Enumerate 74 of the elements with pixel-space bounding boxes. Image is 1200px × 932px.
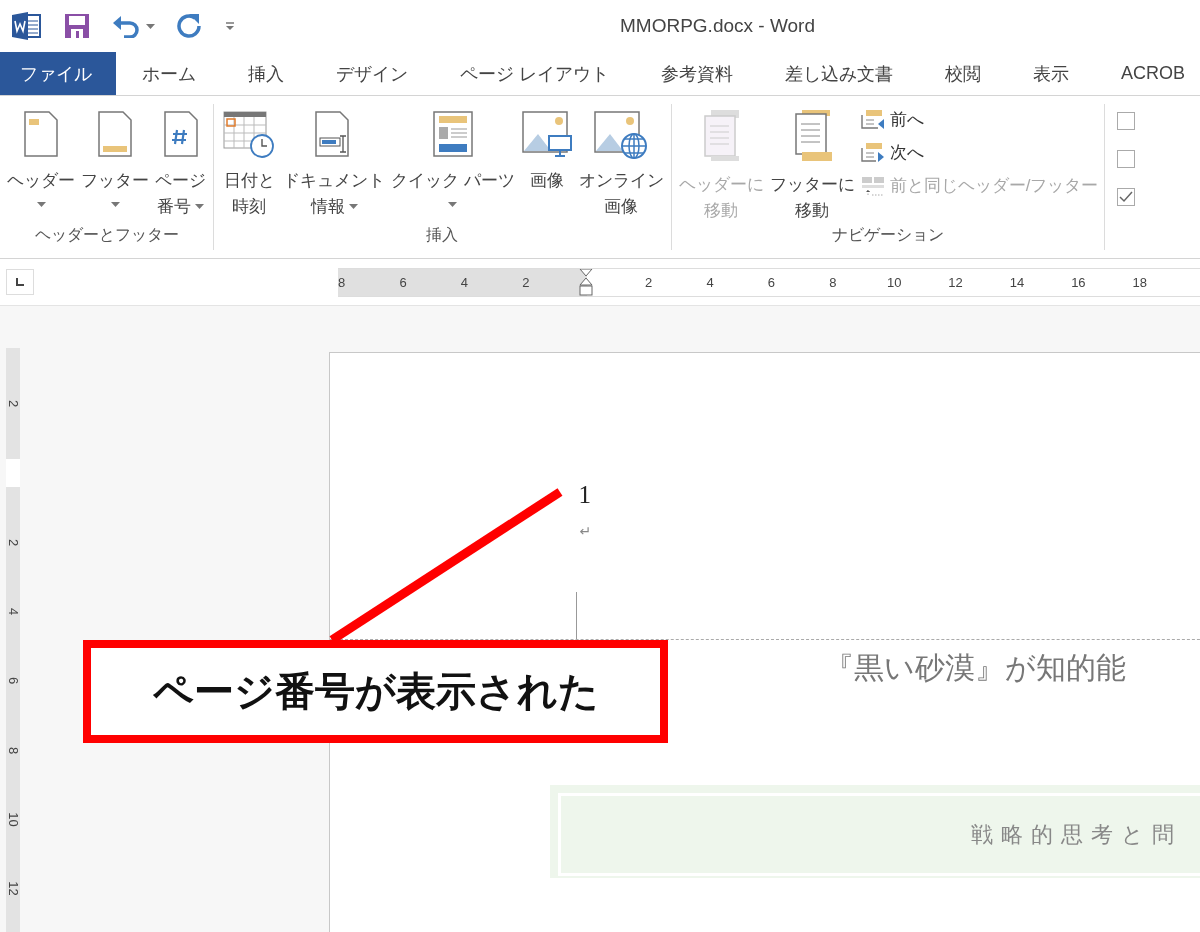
ruler-number: 4	[5, 607, 21, 616]
ribbon-tab[interactable]: 校閲	[919, 52, 1007, 95]
ribbon-tab[interactable]: ページ レイアウト	[434, 52, 635, 95]
undo-button[interactable]	[112, 14, 155, 38]
save-icon	[64, 13, 90, 39]
ruler-number: 4	[460, 274, 469, 290]
ruler-number: 10	[5, 812, 21, 827]
picture-monitor-icon	[520, 108, 573, 160]
group-label: ヘッダーとフッター	[33, 225, 180, 245]
ribbon-button[interactable]: 画像	[517, 104, 576, 225]
caret-icon	[146, 23, 155, 29]
redo-button[interactable]	[177, 13, 203, 39]
layout-blocks-icon	[430, 108, 475, 160]
ribbon-tab[interactable]: 表示	[1007, 52, 1095, 95]
ribbon-button[interactable]: ヘッダー	[4, 104, 78, 225]
customize-button[interactable]	[225, 21, 235, 31]
ruler-number: 2	[645, 274, 653, 290]
caret-icon	[225, 21, 235, 31]
undo-icon	[112, 14, 140, 38]
ruler-number: 4	[706, 274, 714, 290]
ribbon-button[interactable]: フッター	[78, 104, 152, 225]
ribbon-button[interactable]: ドキュメント 情報	[280, 104, 388, 225]
ruler-number: 8	[829, 274, 837, 290]
group-label: ナビゲーション	[831, 225, 946, 245]
group-label: 挿入	[425, 225, 460, 245]
ribbon-tab[interactable]: ホーム	[116, 52, 222, 95]
ribbon-tab[interactable]: 参考資料	[635, 52, 759, 95]
ruler-number: 2	[5, 538, 21, 546]
ribbon-small-button[interactable]: 次へ	[857, 139, 1101, 166]
checkbox[interactable]	[1117, 188, 1136, 206]
ribbon-button[interactable]: ページ 番号	[152, 104, 209, 225]
ruler-number: 8	[5, 746, 21, 754]
document-heading: 『黒い砂漠』が知的能	[824, 650, 1128, 686]
ruler-number: 6	[399, 274, 407, 290]
ruler-number: 12	[5, 881, 21, 896]
previous-icon	[859, 108, 886, 131]
ruler-number: 18	[1132, 274, 1147, 290]
picture-globe-icon	[593, 108, 650, 160]
repeat-icon	[177, 13, 203, 39]
ribbon-small-button[interactable]: 前へ	[857, 106, 1101, 133]
page-number: 1	[578, 481, 591, 509]
box-text: 戦略的思考と問	[971, 820, 1183, 849]
paragraph-mark: ↵	[579, 523, 592, 539]
ruler-number: 2	[522, 274, 530, 290]
checkbox[interactable]	[1117, 150, 1136, 168]
ribbon-tab[interactable]: デザイン	[310, 52, 434, 95]
ribbon-tab[interactable]: 差し込み文書	[759, 52, 919, 95]
ruler-number: 6	[5, 677, 21, 685]
tab-stop-icon	[15, 277, 25, 287]
ribbon-button[interactable]: オンライン 画像	[575, 104, 667, 225]
ribbon-tab[interactable]: ACROB	[1095, 52, 1200, 95]
ruler-number: 10	[886, 274, 902, 290]
ruler-margin-segment	[6, 458, 21, 487]
ribbon-button[interactable]: クイック パーツ	[388, 104, 518, 225]
ruler-number: 6	[767, 274, 776, 290]
next-icon	[859, 141, 886, 164]
calendar-clock-icon	[221, 108, 277, 160]
ruler-number: 8	[338, 274, 346, 290]
ribbon-tab[interactable]: 挿入	[222, 52, 310, 95]
window-title: MMORPG.docx - Word	[620, 15, 815, 37]
callout-label: ページ番号が表示された	[83, 640, 668, 743]
checkbox[interactable]	[1117, 112, 1136, 130]
ribbon-button[interactable]: 日付と 時刻	[218, 104, 280, 225]
ruler-number: 16	[1071, 274, 1086, 290]
link-previous-icon	[859, 174, 886, 197]
ruler-number: 12	[948, 274, 963, 290]
ruler-number: 14	[1009, 274, 1025, 290]
tab-selector-button[interactable]	[6, 269, 34, 295]
ruler-number: 2	[5, 400, 21, 408]
save-button[interactable]	[64, 13, 90, 39]
word-logo-icon	[12, 12, 42, 40]
indent-marker[interactable]	[578, 268, 593, 296]
ribbon-tab[interactable]: ファイル	[0, 52, 116, 95]
ribbon-button[interactable]: フッターに 移動	[766, 104, 858, 225]
